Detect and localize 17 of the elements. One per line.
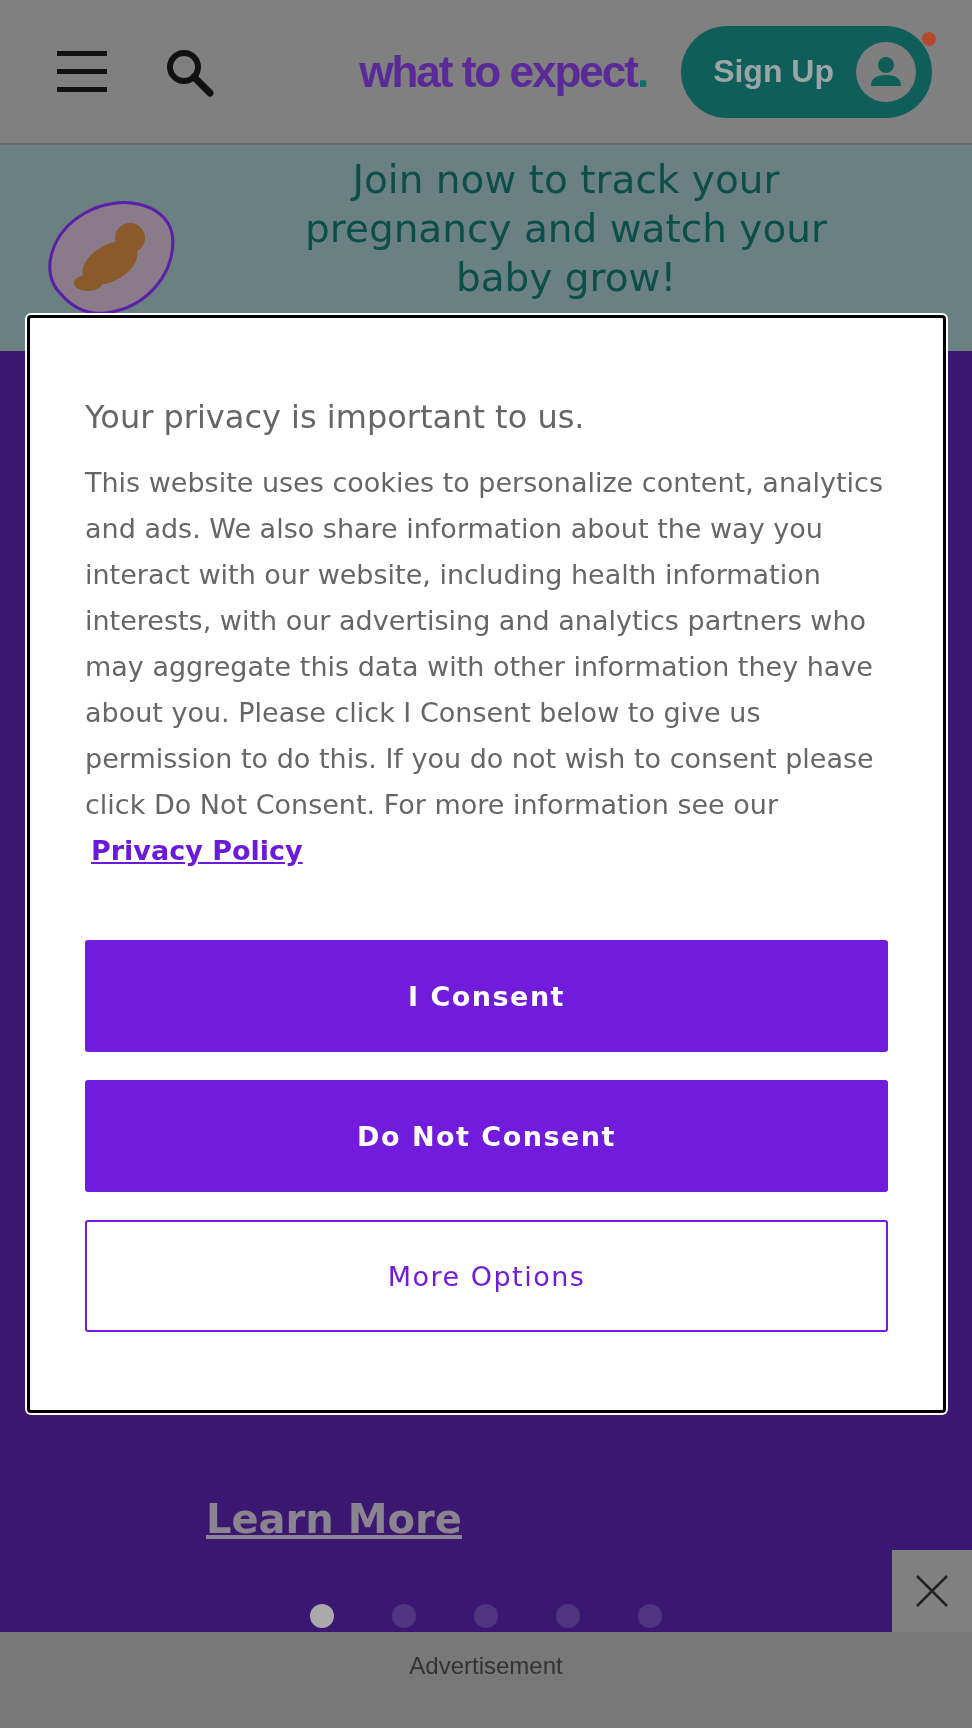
options-button[interactable]: More Options — [85, 1220, 888, 1332]
carousel-dot[interactable] — [474, 1604, 498, 1628]
menu-icon[interactable] — [57, 48, 107, 95]
carousel-dot[interactable] — [310, 1604, 334, 1628]
user-icon — [856, 41, 916, 102]
consent-button[interactable]: Do Not Consent — [85, 1080, 888, 1192]
close-icon[interactable] — [892, 1550, 972, 1632]
dialog-title: Your privacy is important to us. — [85, 398, 586, 436]
carousel-dot[interactable] — [556, 1604, 580, 1628]
carousel-dot[interactable] — [638, 1604, 662, 1628]
learn-more-link[interactable]: Learn More — [206, 1496, 462, 1542]
consent-button[interactable]: I Consent — [85, 940, 888, 1052]
banner-text: Join now to track your pregnancy and watch your baby grow! — [303, 156, 828, 302]
dialog-text: This website uses cookies to personalize content, analytics and ads. We also share information about the way you interact with our website, including health information interests, with our advertising and analytics partners who may aggregate this data with other information they have about you. Please click I Consent below to give us permission to do this. If you do not wish to consent please click Do Not Consent. For more information see our Privacy Policy — [85, 466, 885, 868]
privacy-policy-link[interactable]: Privacy Policy — [91, 835, 303, 866]
ad-label: Advertisement — [409, 1652, 563, 1681]
carousel-dot[interactable] — [392, 1604, 416, 1628]
